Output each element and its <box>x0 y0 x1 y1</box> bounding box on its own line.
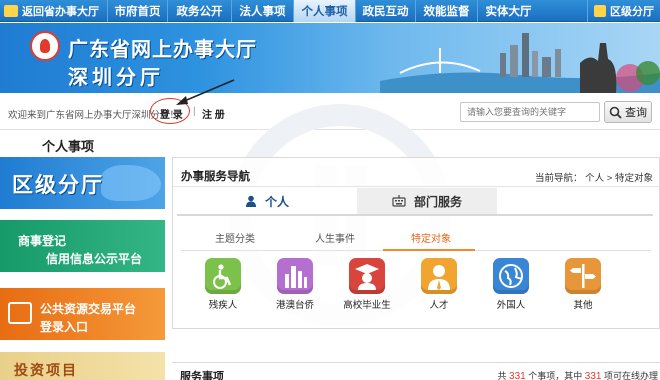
top-nav: 返回省办事大厅 市府首页 政务公开 法人事项 个人事项 政民互动 效能监督 实体… <box>0 0 660 22</box>
online-count: 331 <box>584 371 602 380</box>
category-hk-macau-taiwan[interactable]: 港澳台侨 <box>265 258 325 311</box>
graduate-icon <box>349 258 385 294</box>
tab-department-services[interactable]: 部门服务 <box>357 188 497 214</box>
category-icons: 残疾人 港澳台侨 高校毕业生 人才 外国人 其他 <box>193 258 653 318</box>
login-link[interactable]: 登 录 <box>160 106 183 121</box>
subtab-topic[interactable]: 主题分类 <box>215 230 255 245</box>
investment-banner[interactable]: 投资项目 <box>0 352 165 380</box>
category-label: 其他 <box>573 300 593 311</box>
wheelchair-icon <box>205 258 241 294</box>
city-icon <box>277 258 313 294</box>
panel-title: 办事服务导航 <box>181 171 250 183</box>
subtab-life-events[interactable]: 人生事件 <box>315 230 355 245</box>
subtab-bar: 主题分类 人生事件 特定对象 <box>173 230 659 250</box>
service-items-stats: 共 331 个事项，其中 331 项可在线办理 <box>498 369 658 380</box>
nav-item-interaction[interactable]: 政民互动 <box>355 0 415 22</box>
public-resource-banner-line1: 公共资源交易平台 <box>40 302 137 316</box>
service-items-title: 服务事项 <box>180 371 224 380</box>
search-button[interactable]: 查询 <box>604 101 652 123</box>
nav-item-legal-person[interactable]: 法人事项 <box>231 0 293 22</box>
search-button-label: 查询 <box>625 107 647 119</box>
public-resource-banner-line2: 登录入口 <box>40 320 89 334</box>
tab-personal-label: 个人 <box>264 194 289 209</box>
panel-divider <box>173 186 659 187</box>
city-skyline-image <box>380 33 660 93</box>
category-graduates[interactable]: 高校毕业生 <box>337 258 397 311</box>
tab-underline <box>177 214 653 216</box>
district-hall-label: 区级分厅 <box>610 5 654 18</box>
back-to-province-label: 返回省办事大厅 <box>22 5 99 18</box>
stats-suffix: 项可在线办理 <box>603 371 658 380</box>
search-input[interactable] <box>460 102 600 122</box>
stats-prefix: 共 <box>497 371 507 380</box>
district-hall-link[interactable]: 区级分厅 <box>587 0 660 22</box>
district-hall-banner-label: 区级分厅 <box>12 174 104 197</box>
category-label: 残疾人 <box>208 300 238 311</box>
public-resource-banner[interactable]: 公共资源交易平台 登录入口 <box>0 288 165 340</box>
nav-item-government-affairs[interactable]: 政务公开 <box>167 0 231 22</box>
investment-banner-label: 投资项目 <box>14 362 78 378</box>
total-count: 331 <box>509 371 526 380</box>
breadcrumb: 当前导航： 个人 > 特定对象 <box>535 173 653 184</box>
category-label: 外国人 <box>496 300 526 311</box>
nav-item-personal[interactable]: 个人事项 <box>293 0 355 22</box>
signpost-icon <box>565 258 601 294</box>
map-icon <box>101 165 161 201</box>
subtab-active-indicator <box>383 249 475 251</box>
category-other[interactable]: 其他 <box>553 258 613 311</box>
service-items-section: 服务事项 共 331 个事项，其中 331 项可在线办理 <box>172 362 660 380</box>
site-title: 广东省网上办事大厅 <box>68 39 257 61</box>
category-talent[interactable]: 人才 <box>409 258 469 311</box>
back-to-province-link[interactable]: 返回省办事大厅 <box>0 0 107 22</box>
credit-info-banner-line1: 商事登记 <box>18 234 67 248</box>
person-icon <box>245 195 256 207</box>
talent-icon <box>421 258 457 294</box>
stats-mid: 个事项，其中 <box>528 371 583 380</box>
category-label: 港澳台侨 <box>275 300 314 311</box>
home-icon <box>4 4 18 17</box>
globe-icon <box>493 258 529 294</box>
site-banner: 广东省网上办事大厅 深圳分厅 <box>0 23 660 93</box>
site-logo-icon <box>30 31 60 61</box>
district-hall-banner[interactable]: 区级分厅 <box>0 157 165 209</box>
category-disabled[interactable]: 残疾人 <box>193 258 253 311</box>
search-icon <box>609 106 622 119</box>
section-title: 个人事项 <box>42 139 95 154</box>
district-icon <box>594 4 606 17</box>
category-label: 人才 <box>429 300 449 311</box>
keyboard-icon <box>392 195 406 207</box>
category-foreigners[interactable]: 外国人 <box>481 258 541 311</box>
nav-item-supervision[interactable]: 效能监督 <box>415 0 477 22</box>
site-subtitle: 深圳分厅 <box>68 67 164 89</box>
category-label: 高校毕业生 <box>343 300 391 311</box>
tab-personal[interactable]: 个人 <box>177 188 357 214</box>
credit-info-banner-line2: 信用信息公示平台 <box>46 252 143 266</box>
nav-item-physical-hall[interactable]: 实体大厅 <box>477 0 539 22</box>
subtab-specific-groups[interactable]: 特定对象 <box>411 230 451 245</box>
nav-item-city-home[interactable]: 市府首页 <box>107 0 167 22</box>
service-navigation-panel: 办事服务导航 当前导航： 个人 > 特定对象 个人 部门服务 主题分类 人生事件… <box>172 157 660 329</box>
tab-department-label: 部门服务 <box>413 194 462 209</box>
share-icon <box>8 302 32 324</box>
credit-info-banner[interactable]: 商事登记 信用信息公示平台 <box>0 220 165 272</box>
